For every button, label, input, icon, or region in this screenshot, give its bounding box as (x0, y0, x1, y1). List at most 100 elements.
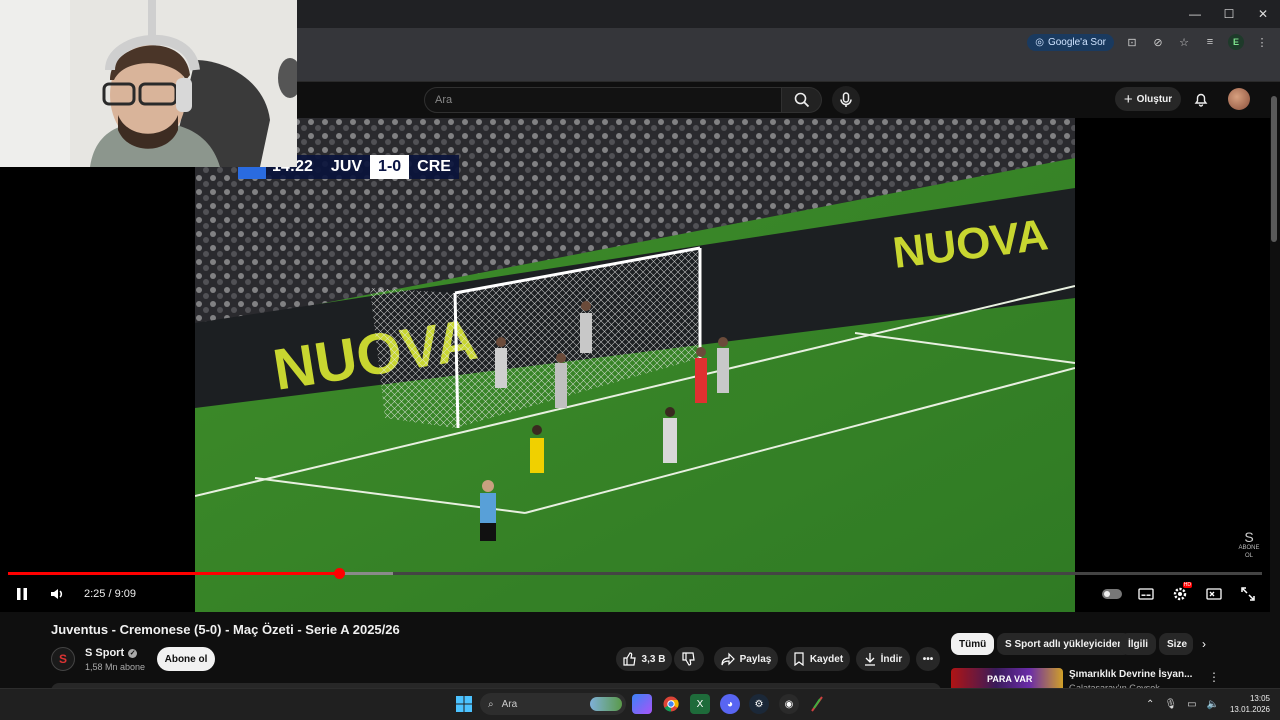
media-controls-icon[interactable]: ≡ (1202, 34, 1218, 50)
system-clock[interactable]: 13:05 13.01.2026 (1222, 693, 1270, 715)
like-count: 3,3 B (641, 653, 666, 665)
share-icon (721, 652, 735, 666)
like-button[interactable]: 3,3 B (616, 647, 672, 671)
steam-app-icon[interactable]: ⚙ (749, 694, 769, 714)
network-icon[interactable]: ▭ (1187, 699, 1196, 710)
search-icon (794, 92, 809, 108)
bookmark-star-icon[interactable]: ☆ (1176, 34, 1192, 50)
streamer-camera-image (0, 0, 297, 167)
windows-start-button[interactable] (454, 694, 474, 714)
search-highlight-image (590, 697, 622, 711)
maximize-button[interactable]: ☐ (1212, 0, 1246, 28)
scrubber-handle[interactable] (334, 568, 345, 579)
match-footage: NUOVA NUOVA (195, 118, 1075, 612)
channel-watermark[interactable]: S ABONE OL (1234, 530, 1264, 560)
microphone-icon[interactable]: 🎙 (1164, 699, 1177, 710)
match-score: 1-0 (370, 155, 410, 179)
clock-time: 13:05 (1249, 694, 1270, 703)
tracking-protection-icon[interactable]: ⊘ (1150, 34, 1166, 50)
s-sport-logo-icon: S (1244, 529, 1254, 545)
pause-button[interactable] (12, 584, 32, 604)
thumbnail-text: PARA VAR (987, 674, 1033, 684)
away-team: CRE (417, 158, 451, 175)
copilot-app-icon[interactable] (632, 694, 652, 714)
chevron-up-icon[interactable]: ⌃ (1146, 699, 1154, 710)
microphone-icon (840, 92, 852, 107)
toggle-switch-icon (1102, 589, 1122, 599)
taskbar-search-placeholder: Ara (501, 698, 518, 710)
speaker-icon[interactable]: 🔈 (1207, 699, 1219, 710)
share-label: Paylaş (739, 653, 772, 665)
search-icon: ⌕ (488, 698, 494, 710)
system-tray: ⌃ 🎙 ▭ 🔈 (1146, 693, 1219, 715)
feather-icon (811, 696, 823, 712)
profile-avatar[interactable]: E (1228, 34, 1244, 50)
clock-date: 13.01.2026 (1229, 705, 1270, 714)
browser-menu-icon[interactable]: ⋮ (1254, 34, 1270, 50)
recommendation-title[interactable]: Şımarıklık Devrine İsyan... (1069, 669, 1192, 680)
download-label: İndir (880, 653, 903, 665)
obs-app-icon[interactable]: ◉ (779, 694, 799, 714)
discord-app-icon[interactable]: ◕ (720, 694, 740, 714)
player-controls-left: 2:25 / 9:09 (12, 583, 136, 605)
install-app-icon[interactable]: ⊡ (1124, 34, 1140, 50)
ask-google-label: Google'a Sor (1047, 36, 1106, 48)
omnibox-actions: ◎ Google'a Sor ⊡ ⊘ ☆ ≡ E ⋮ (1027, 31, 1270, 53)
channel-avatar[interactable]: S (51, 647, 75, 671)
create-button[interactable]: + Oluştur (1115, 87, 1181, 111)
search-input[interactable]: Ara (424, 87, 782, 113)
more-horizontal-icon: ••• (922, 653, 934, 665)
lens-icon: ◎ (1035, 36, 1044, 48)
ask-google-button[interactable]: ◎ Google'a Sor (1027, 33, 1114, 51)
chip-related[interactable]: İlgili (1120, 633, 1156, 655)
subtitles-icon (1138, 588, 1154, 600)
scrollbar-thumb[interactable] (1271, 96, 1277, 242)
gear-icon (1173, 587, 1187, 601)
save-button[interactable]: Kaydet (786, 647, 850, 671)
time-display: 2:25 / 9:09 (84, 588, 136, 600)
bell-icon (1194, 93, 1208, 107)
chip-from-uploader[interactable]: S Sport adlı yükleyiciden (997, 633, 1132, 655)
chrome-app-icon[interactable] (661, 694, 681, 714)
more-actions-button[interactable]: ••• (916, 647, 940, 671)
channel-name-row[interactable]: S Sport ✓ (85, 647, 138, 659)
minimize-button[interactable]: — (1178, 0, 1212, 28)
channel-name[interactable]: S Sport (85, 647, 124, 659)
fullscreen-button[interactable] (1238, 584, 1258, 604)
download-icon (864, 653, 875, 666)
bookmark-icon (794, 652, 804, 666)
share-button[interactable]: Paylaş (714, 647, 778, 671)
notifications-button[interactable] (1192, 90, 1210, 108)
dislike-button[interactable] (674, 647, 704, 671)
window-controls: — ☐ ✕ (1178, 0, 1280, 28)
video-title: Juventus - Cremonese (5-0) - Maç Özeti -… (51, 622, 400, 637)
chrome-icon (663, 696, 679, 712)
user-avatar[interactable] (1228, 88, 1250, 110)
chip-for-you[interactable]: Size (1159, 633, 1193, 655)
search-button[interactable] (782, 87, 822, 113)
progress-played (8, 572, 339, 575)
taskbar-search[interactable]: ⌕ Ara (480, 693, 626, 715)
chip-all[interactable]: Tümü (951, 633, 995, 655)
video-frame[interactable]: NUOVA NUOVA (195, 118, 1075, 612)
save-label: Kaydet (809, 653, 844, 665)
volume-icon (51, 589, 63, 599)
volume-button[interactable] (48, 584, 68, 604)
miniplayer-button[interactable] (1204, 584, 1224, 604)
hd-badge: HD (1182, 582, 1192, 588)
close-button[interactable]: ✕ (1246, 0, 1280, 28)
chevron-right-icon[interactable]: › (1196, 636, 1212, 652)
app-icon-extra[interactable] (807, 694, 827, 714)
settings-button[interactable]: HD (1170, 582, 1192, 604)
watermark-label: ABONE OL (1238, 545, 1260, 559)
subtitles-button[interactable] (1136, 584, 1156, 604)
create-label: Oluştur (1136, 93, 1173, 105)
download-button[interactable]: İndir (856, 647, 910, 671)
voice-search-button[interactable] (832, 86, 860, 114)
fullscreen-icon (1241, 587, 1255, 601)
verified-icon: ✓ (128, 648, 138, 658)
more-vertical-icon[interactable]: ⋮ (1208, 670, 1220, 684)
subscribe-button[interactable]: Abone ol (157, 647, 215, 671)
excel-app-icon[interactable]: X (690, 694, 710, 714)
autoplay-toggle[interactable] (1102, 584, 1122, 604)
